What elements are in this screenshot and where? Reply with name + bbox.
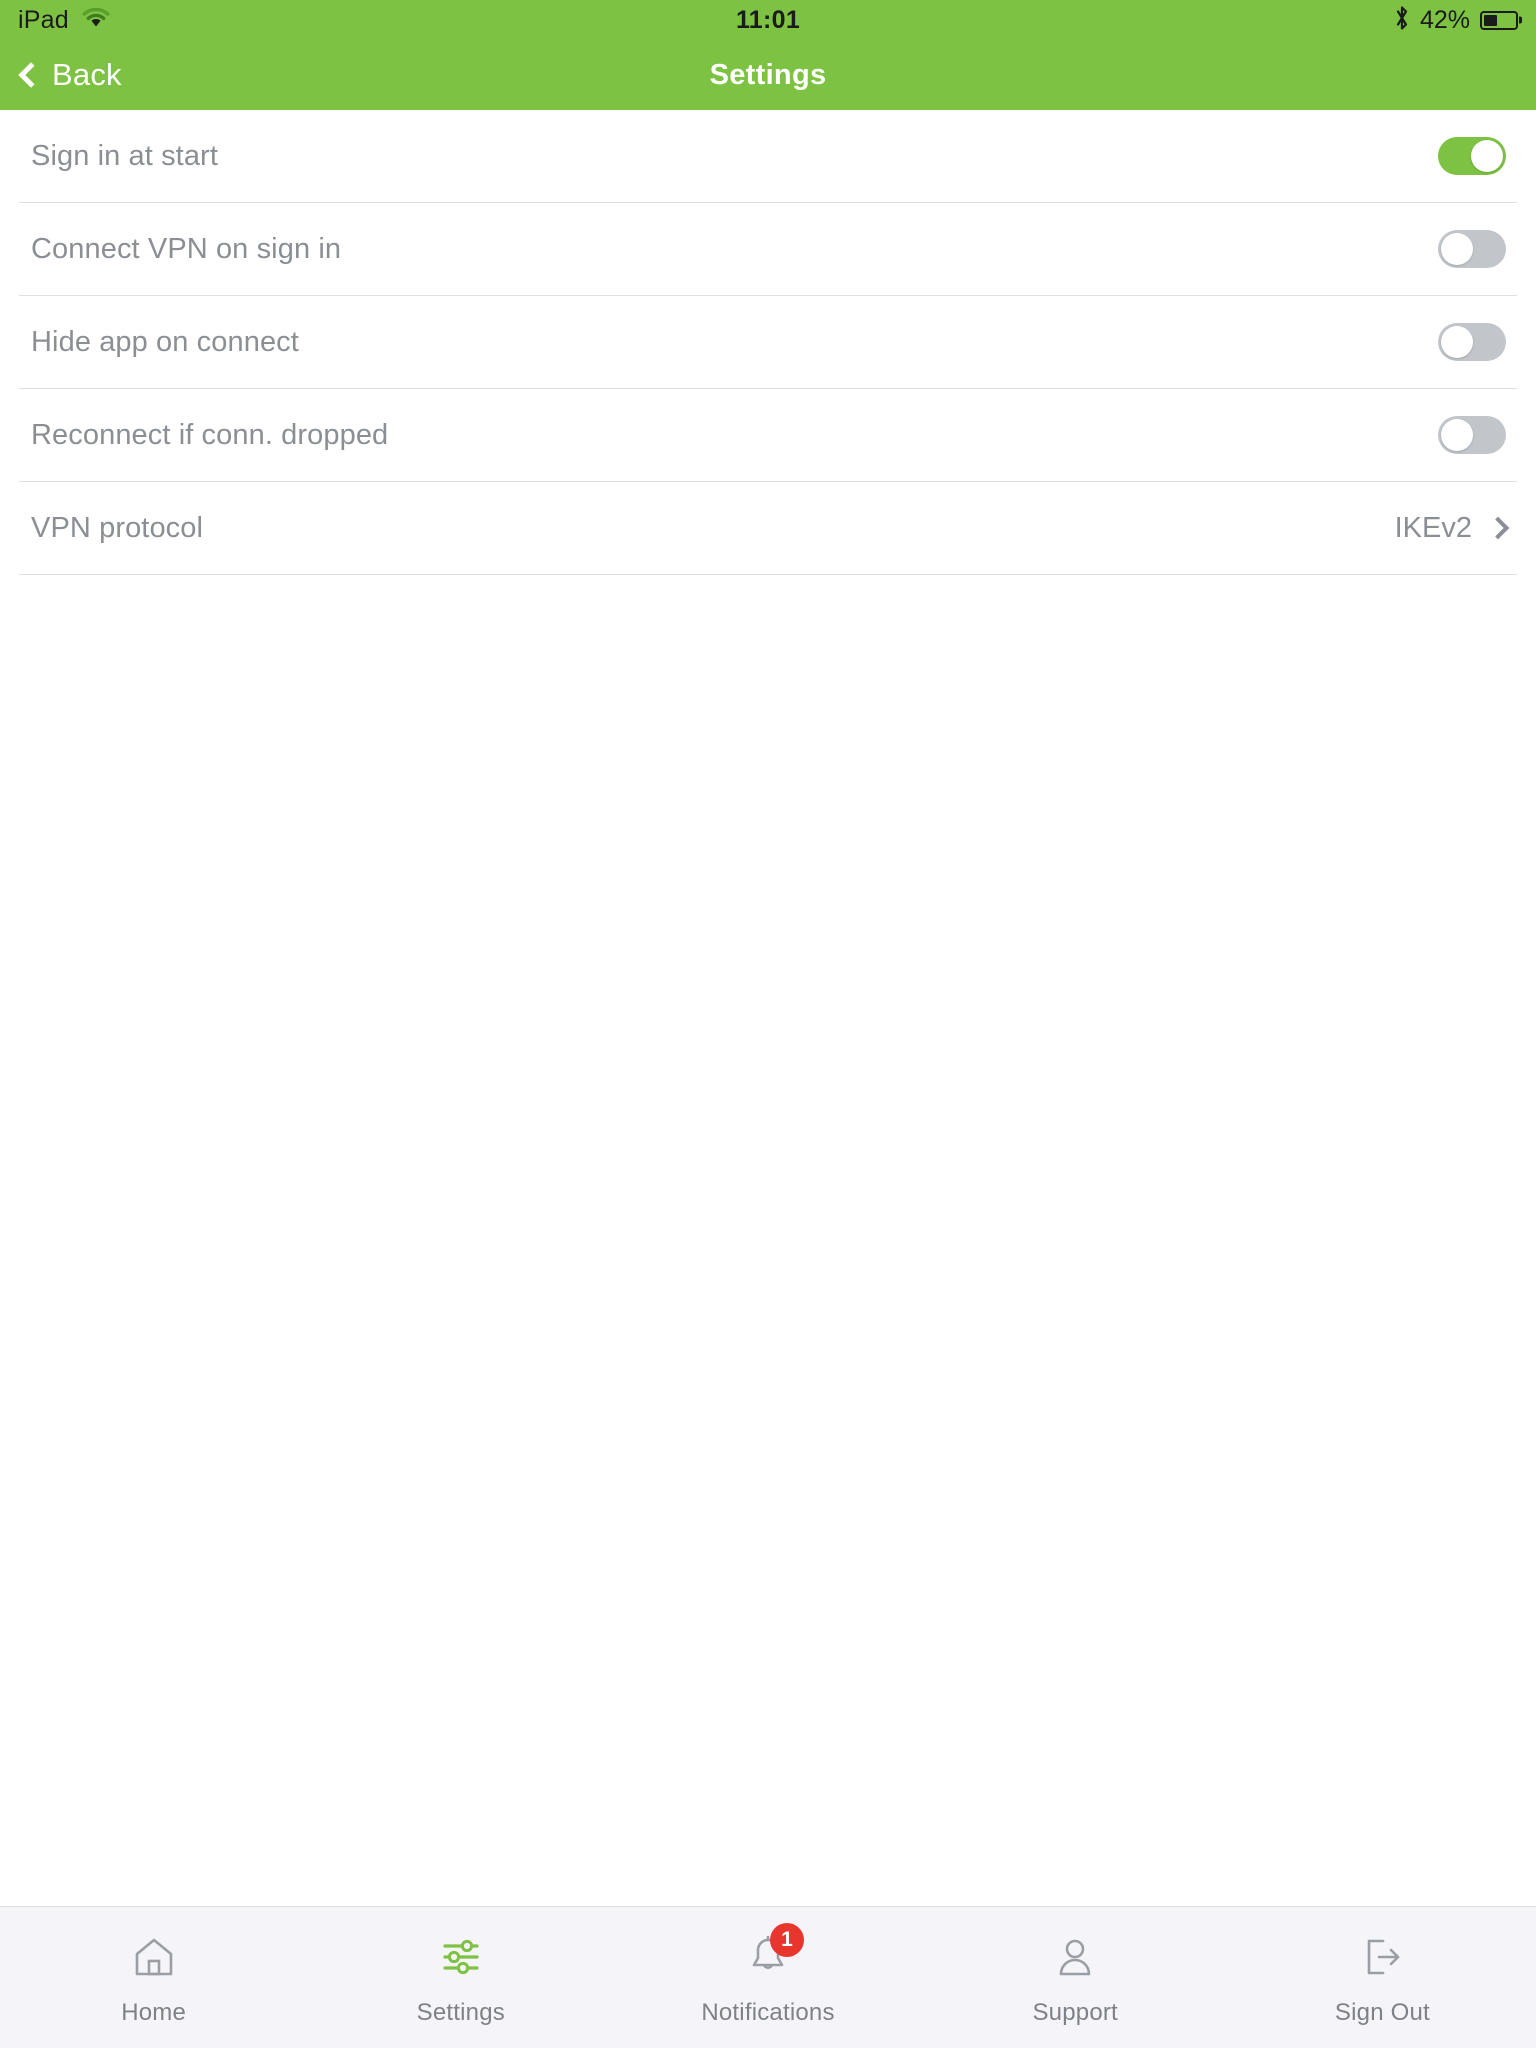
settings-row-label: Sign in at start: [31, 139, 218, 172]
wifi-icon: [81, 7, 111, 34]
toggle-switch[interactable]: [1438, 230, 1506, 268]
status-bar-center: 11:01: [0, 0, 1536, 40]
settings-row[interactable]: Hide app on connect: [0, 296, 1536, 388]
battery-icon: [1480, 10, 1518, 30]
settings-row-value: IKEv2: [1394, 511, 1472, 544]
back-button-label: Back: [52, 57, 122, 92]
toggle-knob: [1441, 419, 1473, 451]
tab-label: Sign Out: [1334, 1998, 1430, 2026]
bell-icon: 1: [740, 1922, 804, 1985]
navigation-bar: Back Settings: [0, 40, 1536, 110]
bluetooth-icon: [1394, 5, 1410, 36]
tab-label: Notifications: [701, 1998, 835, 2026]
settings-row-control: [1438, 230, 1506, 268]
app-root: iPad 11:01 42% Back Settings Sign in at …: [0, 0, 1536, 2048]
chevron-left-icon: [18, 62, 44, 88]
settings-row[interactable]: Connect VPN on sign in: [0, 203, 1536, 295]
tab-label: Support: [1032, 1998, 1118, 2026]
tab-label: Home: [121, 1998, 187, 2026]
back-button[interactable]: Back: [0, 40, 144, 110]
page-title: Settings: [709, 58, 827, 91]
settings-row-label: Hide app on connect: [31, 325, 299, 358]
settings-row-control: [1438, 137, 1506, 175]
battery-percent-label: 42%: [1419, 5, 1470, 34]
sign-out-icon: [1354, 1929, 1410, 1985]
settings-row[interactable]: Sign in at start: [0, 110, 1536, 202]
notification-badge: 1: [770, 1922, 804, 1957]
tab-sign-out[interactable]: Sign Out: [1229, 1907, 1536, 2048]
settings-row-control: [1438, 323, 1506, 361]
status-bar-left: iPad: [18, 6, 111, 35]
settings-row[interactable]: Reconnect if conn. dropped: [0, 389, 1536, 481]
chevron-right-icon: [1486, 516, 1510, 540]
tab-label: Settings: [416, 1998, 505, 2026]
settings-row-label: VPN protocol: [31, 511, 204, 544]
sliders-icon: [433, 1929, 489, 1985]
tab-bar: Home Settings 1 Notifications Support Sign Ou…: [0, 1906, 1536, 2048]
settings-row-label: Reconnect if conn. dropped: [31, 418, 389, 451]
home-icon: [126, 1929, 182, 1985]
settings-row-control: IKEv2: [1394, 511, 1510, 545]
settings-list: Sign in at start Connect VPN on sign in Hi…: [0, 110, 1536, 1906]
person-icon: [1047, 1929, 1103, 1985]
toggle-switch[interactable]: [1438, 323, 1506, 361]
status-bar-right: 42%: [1394, 5, 1518, 36]
toggle-switch[interactable]: [1438, 416, 1506, 454]
toggle-switch[interactable]: [1438, 137, 1506, 175]
tab-support[interactable]: Support: [922, 1907, 1229, 2048]
toggle-knob: [1471, 140, 1503, 172]
status-bar: iPad 11:01 42%: [0, 0, 1536, 40]
tab-settings[interactable]: Settings: [307, 1907, 614, 2048]
tab-notifications[interactable]: 1 Notifications: [614, 1907, 921, 2048]
settings-row[interactable]: VPN protocol IKEv2: [0, 482, 1536, 574]
tab-home[interactable]: Home: [0, 1907, 307, 2048]
settings-row-label: Connect VPN on sign in: [31, 232, 342, 265]
settings-row-control: [1438, 416, 1506, 454]
toggle-knob: [1441, 326, 1473, 358]
device-name-label: iPad: [18, 5, 69, 34]
toggle-knob: [1441, 233, 1473, 265]
clock-label: 11:01: [735, 5, 801, 34]
row-separator: [19, 574, 1517, 575]
